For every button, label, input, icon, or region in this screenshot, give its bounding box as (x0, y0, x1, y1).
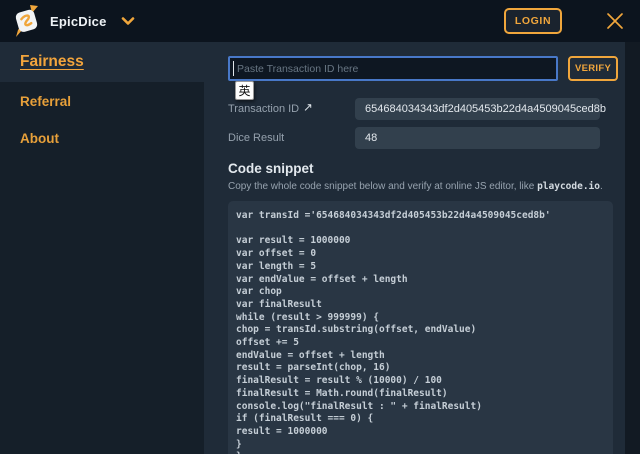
close-icon[interactable] (604, 10, 626, 32)
transaction-id-value: 654684034343df2d405453b22d4a4509045ced8b (355, 98, 600, 120)
playcode-io-text: playcode.io (537, 181, 600, 192)
login-button[interactable]: LOGIN (504, 8, 562, 34)
transaction-id-input[interactable] (228, 56, 558, 81)
text-caret (233, 61, 234, 76)
chevron-down-icon[interactable] (121, 17, 135, 26)
transaction-id-row: Transaction ID ↗ 654684034343df2d405453b… (228, 98, 625, 120)
code-snippet-title: Code snippet (228, 161, 625, 177)
dice-result-label: Dice Result (228, 132, 355, 144)
dice-result-row: Dice Result 48 (228, 127, 625, 149)
transaction-id-label: Transaction ID ↗ (228, 103, 355, 115)
sidebar-item-label: Fairness (20, 53, 84, 71)
verify-row: VERIFY (228, 56, 625, 81)
fairness-content: VERIFY 英 Transaction ID ↗ 654684034343df… (204, 42, 625, 454)
scrollbar-track[interactable] (625, 42, 640, 454)
sidebar-item-about[interactable]: About (20, 131, 59, 147)
code-panel: var transId ='654684034343df2d405453b22d… (228, 201, 613, 454)
sidebar-item-fairness[interactable]: Fairness (0, 42, 204, 82)
brand[interactable]: EpicDice (12, 5, 107, 37)
header: EpicDice LOGIN (0, 0, 640, 42)
verify-button[interactable]: VERIFY (568, 56, 618, 81)
external-link-icon[interactable]: ↗ (303, 103, 313, 115)
app-window: EpicDice LOGIN Fairness Referral About (0, 0, 640, 454)
brand-name: EpicDice (50, 14, 107, 29)
transaction-input-wrap (228, 56, 558, 81)
brand-logo-icon (12, 5, 42, 37)
code-snippet-description: Copy the whole code snippet below and ve… (228, 180, 625, 193)
sidebar: Fairness Referral About (0, 42, 204, 454)
dice-result-value: 48 (355, 127, 600, 149)
sidebar-item-referral[interactable]: Referral (20, 94, 71, 110)
ime-language-badge: 英 (235, 81, 254, 100)
code-block: var transId ='654684034343df2d405453b22d… (236, 210, 605, 454)
main-area: Fairness Referral About VERIFY 英 Transac… (0, 42, 640, 454)
sidebar-panel: Referral About (0, 82, 204, 454)
